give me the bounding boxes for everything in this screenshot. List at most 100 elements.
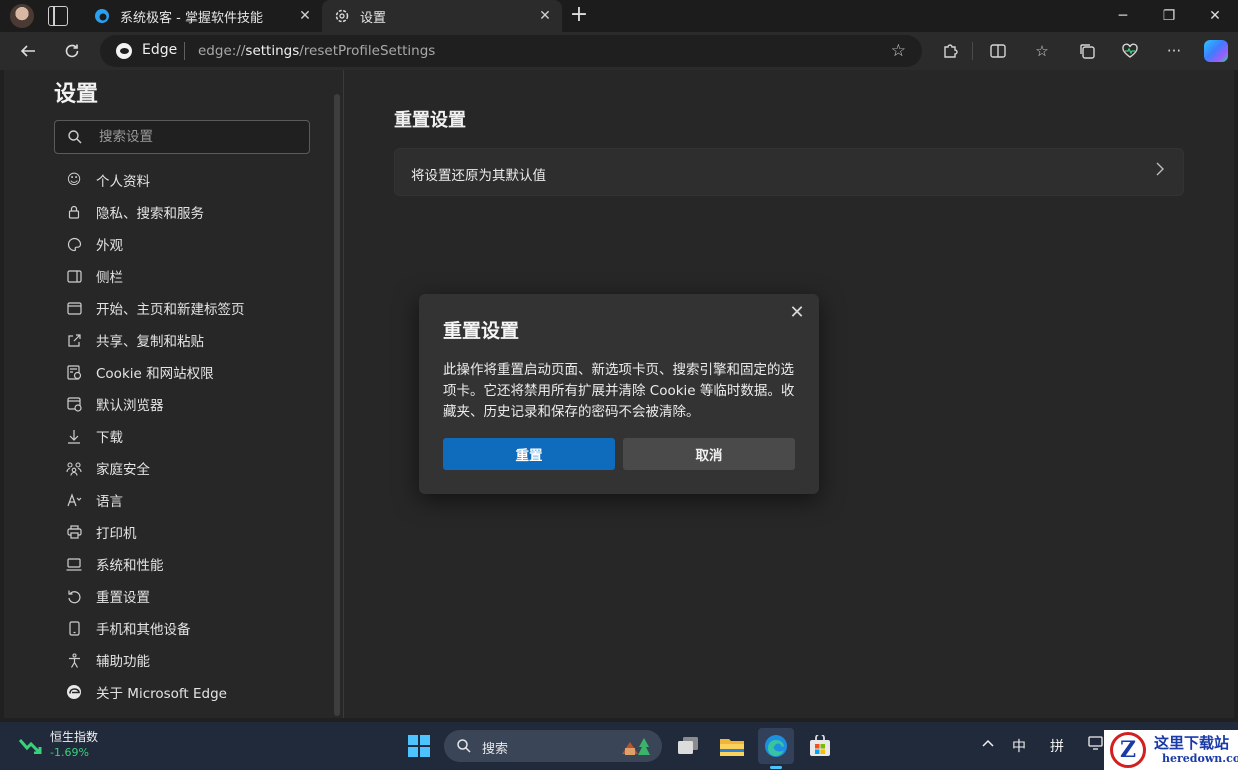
sidebar-item-reset[interactable]: 重置设置: [66, 580, 316, 612]
reset-icon: [66, 588, 82, 604]
minimize-button[interactable]: ─: [1100, 0, 1146, 32]
browser-essentials-icon[interactable]: [1120, 41, 1140, 61]
search-input[interactable]: [99, 127, 299, 147]
edge-taskbar-icon[interactable]: [758, 728, 794, 764]
task-view-icon[interactable]: [670, 728, 706, 764]
sidebar-item-family[interactable]: 家庭安全: [66, 452, 316, 484]
copilot-icon[interactable]: [1204, 40, 1228, 62]
favorite-star-icon[interactable]: ☆: [891, 41, 906, 61]
tab-xitongjike[interactable]: 系统极客 - 掌握软件技能 ✕: [82, 0, 322, 32]
close-tab-icon[interactable]: ✕: [294, 5, 316, 27]
address-bar[interactable]: Edge edge://settings/resetProfileSetting…: [100, 35, 922, 67]
widget-name: 恒生指数: [50, 730, 99, 744]
collections-icon[interactable]: [1077, 41, 1097, 61]
split-screen-icon[interactable]: [988, 41, 1008, 61]
sidebar-item-label: 打印机: [96, 526, 137, 542]
sidebar-item-label: 隐私、搜索和服务: [96, 206, 204, 222]
sidebar-item-sidebar[interactable]: 侧栏: [66, 260, 316, 292]
store-icon[interactable]: [802, 728, 838, 764]
dialog-message: 此操作将重置启动页面、新选项卡页、搜索引擎和固定的选项卡。它还将禁用所有扩展并清…: [443, 362, 795, 420]
sidebar-item-privacy[interactable]: 隐私、搜索和服务: [66, 196, 316, 228]
close-window-button[interactable]: ✕: [1192, 0, 1238, 32]
sidebar-item-accessibility[interactable]: 辅助功能: [66, 644, 316, 676]
cancel-button[interactable]: 取消: [623, 438, 795, 470]
settings-nav: ☺ 个人资料 隐私、搜索和服务 外观 侧栏 开始、主页和新建标签页 共享、复制和…: [66, 164, 316, 708]
sidebar-item-label: 个人资料: [96, 174, 150, 190]
extensions-icon[interactable]: [940, 41, 960, 61]
search-highlight-icon: [622, 738, 650, 755]
widget-value: -1.69%: [50, 746, 89, 759]
sidebar-item-label: 开始、主页和新建标签页: [96, 302, 245, 318]
edge-favicon-icon: [95, 9, 109, 23]
stock-widget[interactable]: 恒生指数 -1.69%: [18, 730, 98, 760]
address-url[interactable]: edge://settings/resetProfileSettings: [198, 43, 435, 59]
reset-dialog: 重置设置 ✕ 此操作将重置启动页面、新选项卡页、搜索引擎和固定的选项卡。它还将禁…: [419, 294, 819, 494]
tab-actions-icon[interactable]: [48, 5, 68, 26]
taskbar-search-label: 搜索: [482, 742, 509, 757]
favorites-icon[interactable]: ☆: [1032, 41, 1052, 61]
refresh-button[interactable]: [58, 37, 86, 65]
language-icon: [66, 492, 82, 508]
dialog-title: 重置设置: [443, 320, 520, 342]
sidebar-item-about[interactable]: 关于 Microsoft Edge: [66, 676, 316, 708]
watermark-logo-icon: Z: [1110, 732, 1146, 768]
sidebar-item-profile[interactable]: ☺ 个人资料: [66, 164, 316, 196]
settings-search[interactable]: [54, 120, 310, 154]
restore-defaults-row[interactable]: 将设置还原为其默认值: [394, 148, 1184, 196]
sidebar-scrollbar[interactable]: [334, 94, 340, 716]
site-watermark: Z 这里下载站 heredown.com: [1104, 730, 1238, 770]
sidebar-item-label: 系统和性能: [96, 558, 164, 574]
new-tab-button[interactable]: +: [566, 4, 592, 28]
close-tab-icon[interactable]: ✕: [534, 5, 556, 27]
tab-label: 系统极客 - 掌握软件技能: [120, 10, 263, 26]
back-arrow-icon: [20, 45, 35, 57]
address-brand: Edge: [142, 42, 178, 58]
start-button[interactable]: [401, 728, 437, 764]
refresh-icon: [65, 44, 79, 58]
sidebar-item-label: 重置设置: [96, 590, 150, 606]
browser-toolbar: Edge edge://settings/resetProfileSetting…: [0, 32, 1238, 70]
taskbar: 恒生指数 -1.69% 搜索 中 拼: [0, 722, 1238, 770]
restore-defaults-label: 将设置还原为其默认值: [411, 168, 546, 184]
sidebar-item-start-home[interactable]: 开始、主页和新建标签页: [66, 292, 316, 324]
ime-mode[interactable]: 中: [1012, 736, 1026, 756]
tab-settings[interactable]: 设置 ✕: [322, 0, 562, 32]
ime-input[interactable]: 拼: [1050, 736, 1064, 756]
sidebar-item-appearance[interactable]: 外观: [66, 228, 316, 260]
tray-chevron-up-icon[interactable]: [982, 736, 994, 752]
sidebar-item-label: 语言: [96, 494, 123, 510]
profile-avatar[interactable]: [10, 4, 34, 28]
sidebar-item-cookies[interactable]: Cookie 和网站权限: [66, 356, 316, 388]
network-icon[interactable]: [1088, 736, 1104, 754]
palette-icon: [66, 236, 82, 252]
windows-logo-icon: [408, 735, 430, 757]
sidebar-item-label: 手机和其他设备: [96, 622, 191, 638]
divider: [184, 42, 185, 60]
maximize-button[interactable]: ❐: [1146, 0, 1192, 32]
sidebar-item-phone[interactable]: 手机和其他设备: [66, 612, 316, 644]
sidebar-item-printers[interactable]: 打印机: [66, 516, 316, 548]
taskbar-search[interactable]: 搜索: [444, 730, 662, 762]
sidebar-item-default-browser[interactable]: 默认浏览器: [66, 388, 316, 420]
printer-icon: [66, 524, 82, 540]
close-icon[interactable]: ✕: [785, 302, 809, 326]
sidebar-item-system[interactable]: 系统和性能: [66, 548, 316, 580]
sidebar-item-downloads[interactable]: 下载: [66, 420, 316, 452]
search-icon: [457, 739, 471, 753]
page-title: 重置设置: [394, 110, 466, 131]
file-explorer-icon[interactable]: [714, 728, 750, 764]
back-button[interactable]: [14, 37, 42, 65]
toolbar-divider: [972, 42, 973, 60]
sidebar-item-label: 共享、复制和粘贴: [96, 334, 204, 350]
sidebar-item-language[interactable]: 语言: [66, 484, 316, 516]
more-options-icon[interactable]: ···: [1164, 41, 1184, 61]
watermark-domain: heredown.com: [1162, 752, 1238, 765]
home-icon: [66, 300, 82, 316]
lock-icon: [66, 204, 82, 220]
download-icon: [66, 428, 82, 444]
family-icon: [66, 460, 82, 476]
reset-button[interactable]: 重置: [443, 438, 615, 470]
edge-icon: [66, 684, 82, 700]
laptop-icon: [66, 556, 82, 572]
sidebar-item-share[interactable]: 共享、复制和粘贴: [66, 324, 316, 356]
